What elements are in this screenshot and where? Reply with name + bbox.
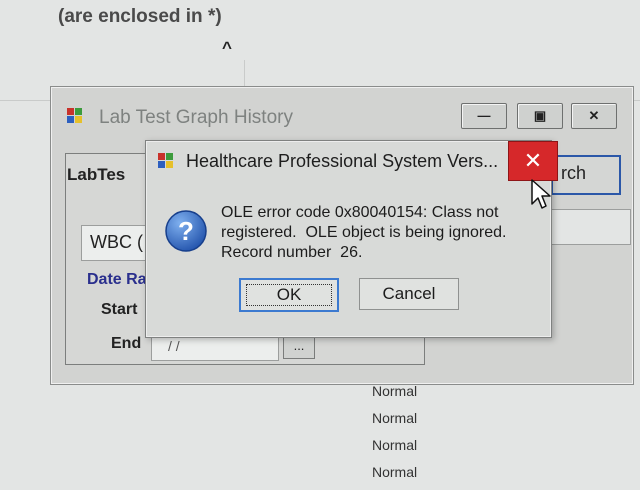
list-item: Normal bbox=[372, 437, 418, 453]
minimize-icon: — bbox=[477, 108, 491, 123]
list-item: Normal bbox=[372, 410, 418, 426]
search-button[interactable]: rch bbox=[551, 155, 621, 195]
svg-text:?: ? bbox=[178, 216, 194, 246]
dialog-title: Healthcare Professional System Vers... bbox=[186, 151, 499, 171]
error-message-line: registered. OLE object is being ignored. bbox=[221, 224, 507, 241]
app-flag-icon bbox=[67, 108, 82, 123]
date-range-label: Date Ra bbox=[87, 271, 147, 288]
error-message-line: Record number 26. bbox=[221, 244, 363, 261]
background-header-text: (are enclosed in *) bbox=[58, 6, 222, 27]
result-list: Normal Normal Normal Normal bbox=[372, 382, 417, 490]
sort-caret-icon[interactable]: ^ bbox=[222, 38, 232, 58]
maximize-button[interactable]: ▣ bbox=[517, 103, 563, 129]
end-date-browse-button[interactable]: ... bbox=[283, 337, 315, 359]
minimize-button[interactable]: — bbox=[461, 103, 507, 129]
error-message: OLE error code 0x80040154: Class not reg… bbox=[221, 203, 541, 263]
end-date-label: End bbox=[111, 335, 142, 352]
ole-error-dialog: Healthcare Professional System Vers... ✕… bbox=[145, 140, 558, 338]
ok-button-label: OK bbox=[276, 285, 302, 304]
cancel-button[interactable]: Cancel bbox=[359, 278, 459, 310]
mouse-cursor-icon bbox=[531, 179, 551, 209]
cancel-button-label: Cancel bbox=[382, 284, 436, 303]
close-icon: ✕ bbox=[523, 148, 543, 173]
window-close-button[interactable]: ✕ bbox=[571, 103, 617, 129]
start-date-label: Start bbox=[101, 301, 138, 318]
app-flag-icon bbox=[158, 153, 173, 168]
right-input-field[interactable] bbox=[549, 209, 631, 245]
list-item: Normal bbox=[372, 464, 418, 480]
end-date-field[interactable]: / / bbox=[151, 335, 279, 361]
lab-test-value: WBC ( bbox=[90, 232, 143, 252]
labtest-label: LabTes bbox=[67, 165, 126, 184]
search-button-label: rch bbox=[561, 163, 587, 183]
error-message-line: OLE error code 0x80040154: Class not bbox=[221, 204, 499, 221]
ok-button[interactable]: OK bbox=[239, 278, 339, 312]
question-icon: ? bbox=[165, 210, 207, 252]
end-date-value: / / bbox=[168, 338, 180, 354]
list-item: Normal bbox=[372, 383, 418, 399]
window-titlebar: Lab Test Graph History — ▣ ✕ bbox=[51, 87, 633, 131]
close-icon: ✕ bbox=[588, 108, 600, 123]
dialog-close-button[interactable]: ✕ bbox=[508, 141, 558, 181]
maximize-icon: ▣ bbox=[533, 108, 547, 123]
window-title: Lab Test Graph History bbox=[99, 107, 293, 128]
